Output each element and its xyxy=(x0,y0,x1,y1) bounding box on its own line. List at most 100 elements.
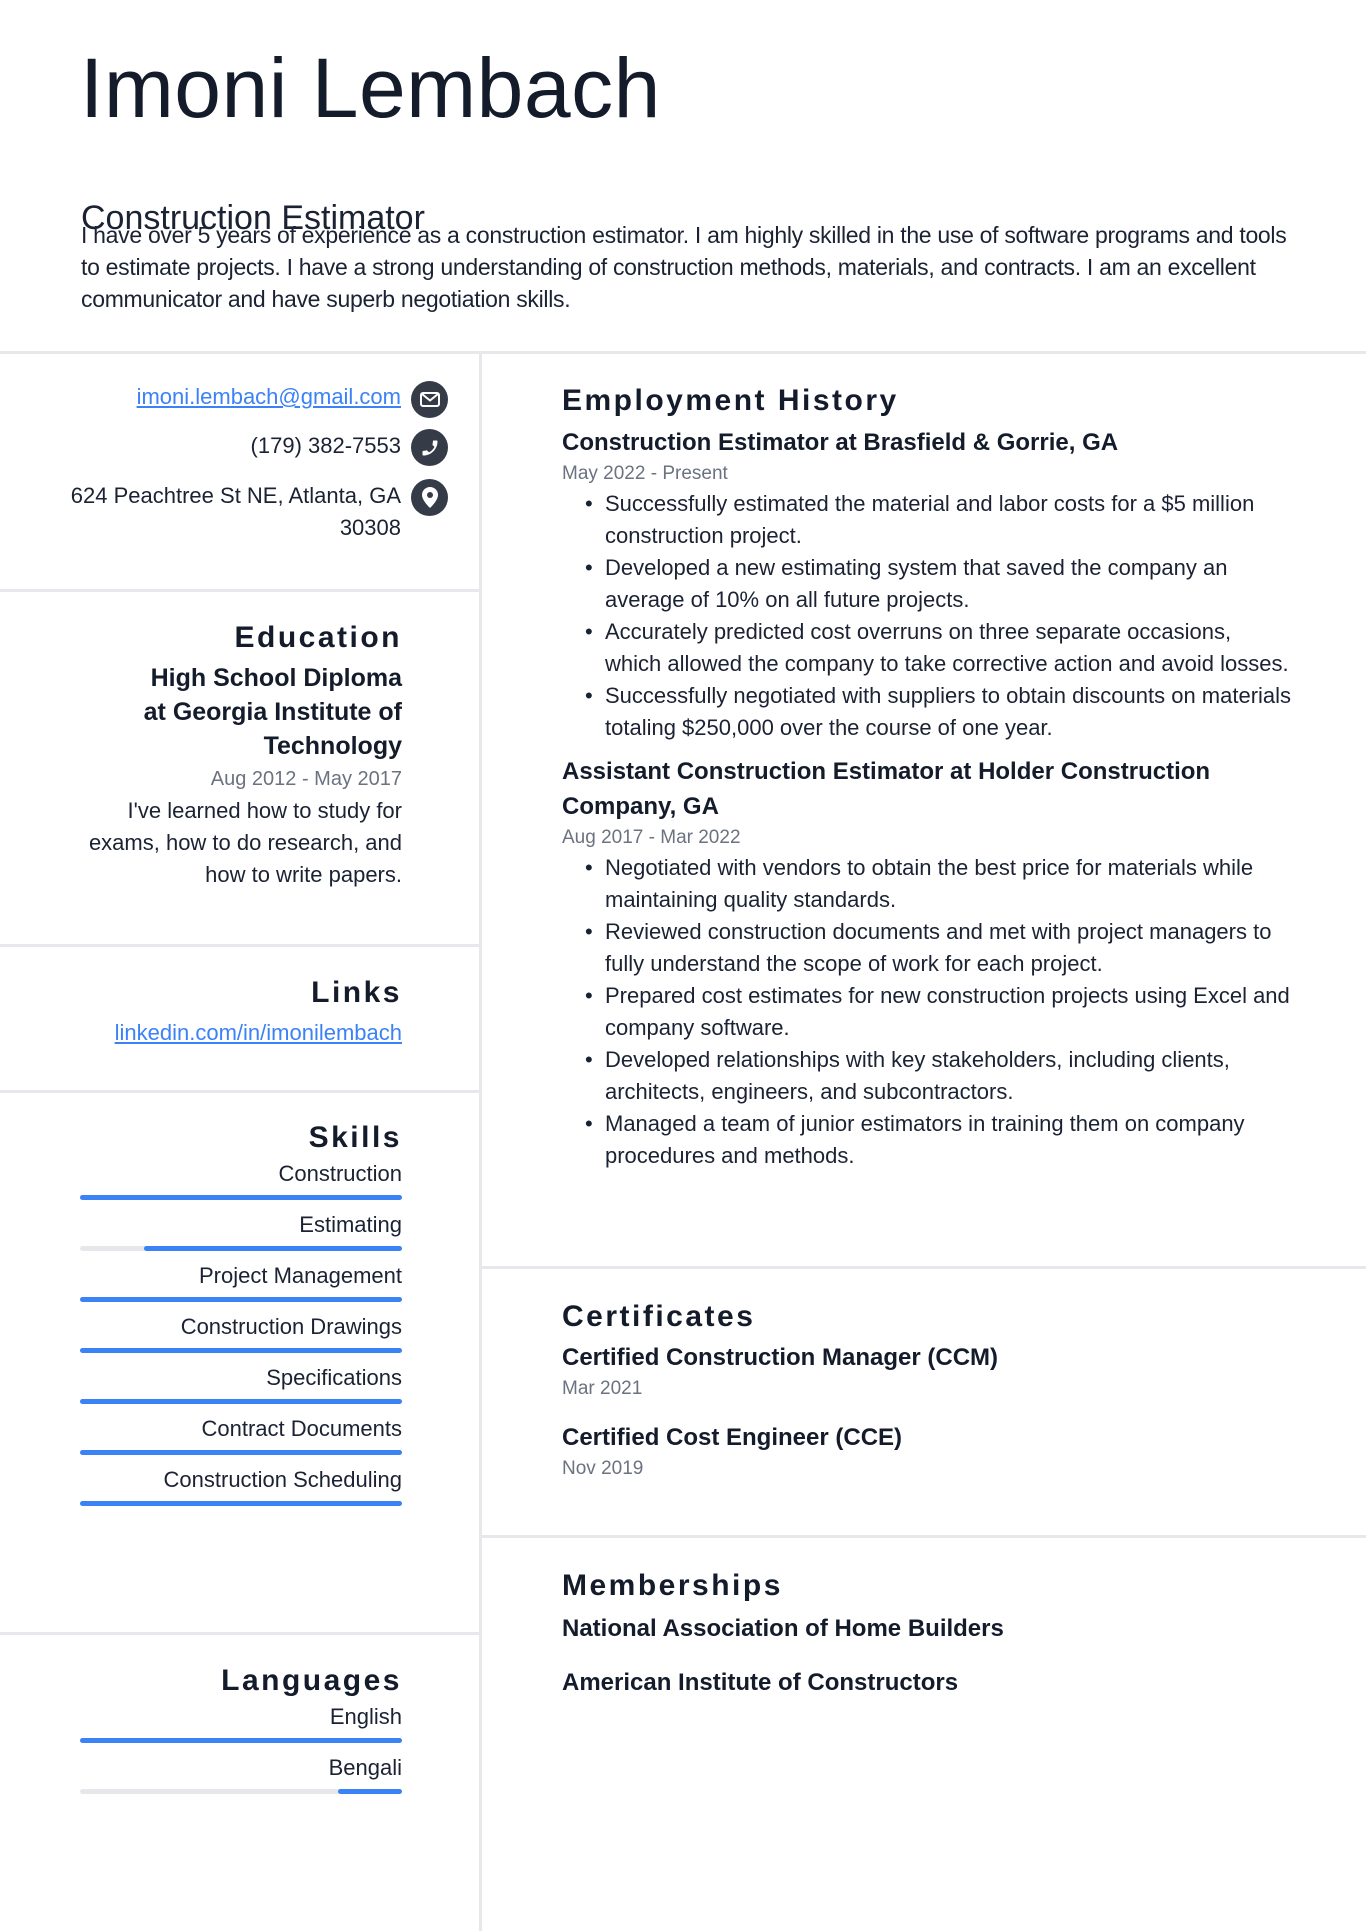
description-line: how to write papers. xyxy=(205,862,402,887)
phone-text: (179) 382-7553 xyxy=(250,433,401,458)
level-bar-fill xyxy=(337,1789,402,1794)
certificate-item: Certified Construction Manager (CCM) Mar … xyxy=(562,1341,1292,1403)
skill-item-label: Project Management xyxy=(199,1263,402,1288)
certificates-section: Certificates Certified Construction Mana… xyxy=(562,1299,1292,1483)
job-title: Construction Estimator at Brasfield & Go… xyxy=(562,429,1119,456)
level-bar-track xyxy=(80,1195,402,1200)
languages-heading: Languages xyxy=(221,1664,402,1697)
skills-divider xyxy=(0,1632,480,1635)
language-item: Bengali xyxy=(80,1753,402,1794)
skill-item: Specifications xyxy=(80,1363,402,1404)
email-link[interactable]: imoni.lembach@gmail.com xyxy=(137,384,401,409)
skill-item-label: Specifications xyxy=(266,1365,402,1390)
certificates-list: Certified Construction Manager (CCM) Mar … xyxy=(562,1341,1292,1483)
job-bullet: Successfully negotiated with suppliers t… xyxy=(562,680,1292,744)
membership-item: American Institute of Constructors xyxy=(562,1669,959,1696)
map-pin-icon xyxy=(411,479,448,516)
language-item: English xyxy=(80,1702,402,1743)
skills-heading: Skills xyxy=(308,1121,402,1154)
candidate-name: Imoni Lembach xyxy=(80,41,661,135)
job-bullet: Developed relationships with key stakeho… xyxy=(562,1044,1292,1108)
skill-item-label: Contract Documents xyxy=(201,1416,402,1441)
description-line: I've learned how to study for xyxy=(127,798,402,823)
email-row: imoni.lembach@gmail.com xyxy=(137,381,401,413)
certificate-name: Certified Cost Engineer (CCE) xyxy=(562,1424,903,1451)
job-bullets: Negotiated with vendors to obtain the be… xyxy=(562,852,1292,1172)
skill-item: Estimating xyxy=(80,1210,402,1251)
resume-header: Imoni Lembach Construction Estimator I h… xyxy=(80,38,1290,312)
membership-item: National Association of Home Builders xyxy=(562,1615,1004,1642)
skill-item: Construction Drawings xyxy=(80,1312,402,1353)
skill-item-label: Construction xyxy=(278,1161,402,1186)
contact-divider xyxy=(0,589,480,592)
phone-icon xyxy=(411,429,448,466)
job-dates: Aug 2017 - Mar 2022 xyxy=(562,827,741,848)
level-bar-track xyxy=(80,1501,402,1506)
envelope-icon xyxy=(411,381,448,418)
links-heading: Links xyxy=(311,976,402,1009)
job-bullet: Accurately predicted cost overruns on th… xyxy=(562,616,1292,680)
certificate-item: Certified Cost Engineer (CCE) Nov 2019 xyxy=(562,1421,1292,1483)
degree-line: Technology xyxy=(263,732,402,760)
header-divider xyxy=(0,351,1366,354)
education-description: I've learned how to study for exams, how… xyxy=(80,795,402,891)
level-bar-fill xyxy=(80,1501,402,1506)
certificates-divider xyxy=(480,1535,1366,1538)
languages-section: Languages English Bengali xyxy=(80,1663,402,1804)
level-bar-fill xyxy=(80,1348,402,1353)
languages-list: English Bengali xyxy=(80,1702,402,1794)
skill-item: Construction xyxy=(80,1159,402,1200)
certificates-heading: Certificates xyxy=(562,1300,756,1333)
level-bar-track xyxy=(80,1399,402,1404)
level-bar-fill xyxy=(80,1297,402,1302)
job-bullet: Negotiated with vendors to obtain the be… xyxy=(562,852,1292,916)
language-item-label: English xyxy=(329,1704,402,1729)
job-bullet: Reviewed construction documents and met … xyxy=(562,916,1292,980)
education-degree: High School Diploma at Georgia Institute… xyxy=(80,661,402,763)
employment-heading: Employment History xyxy=(562,384,899,417)
job-bullets: Successfully estimated the material and … xyxy=(562,488,1292,744)
level-bar-fill xyxy=(80,1450,402,1455)
employment-section: Employment History Construction Estimato… xyxy=(562,383,1292,1172)
certificate-date: Mar 2021 xyxy=(562,1378,643,1399)
linkedin-link[interactable]: linkedin.com/in/imonilembach xyxy=(115,1020,402,1045)
links-divider xyxy=(0,1090,480,1093)
skill-item-label: Estimating xyxy=(299,1212,402,1237)
links-list: linkedin.com/in/imonilembach xyxy=(80,1017,402,1049)
address-line-1: 624 Peachtree St NE, Atlanta, GA xyxy=(70,483,401,508)
skill-item: Contract Documents xyxy=(80,1414,402,1455)
skill-item-label: Construction Scheduling xyxy=(163,1467,402,1492)
education-divider xyxy=(0,944,480,947)
memberships-heading: Memberships xyxy=(562,1569,783,1602)
job-entry: Assistant Construction Estimator at Hold… xyxy=(562,754,1292,1172)
job-entry: Construction Estimator at Brasfield & Go… xyxy=(562,425,1292,744)
description-line: exams, how to do research, and xyxy=(88,830,402,855)
skills-section: Skills Construction Estimating Project Man… xyxy=(80,1120,402,1516)
education-heading: Education xyxy=(234,621,402,654)
job-bullet: Prepared cost estimates for new construc… xyxy=(562,980,1292,1044)
job-bullet: Developed a new estimating system that s… xyxy=(562,552,1292,616)
links-section: Links linkedin.com/in/imonilembach xyxy=(80,975,402,1049)
skill-item: Construction Scheduling xyxy=(80,1465,402,1506)
level-bar-fill xyxy=(80,1399,402,1404)
skills-list: Construction Estimating Project Management… xyxy=(80,1159,402,1506)
level-bar-track xyxy=(80,1297,402,1302)
address-line-2: 30308 xyxy=(339,515,401,540)
degree-line: at Georgia Institute of xyxy=(143,698,402,726)
memberships-section: Memberships National Association of Home… xyxy=(562,1568,1292,1700)
level-bar-track xyxy=(80,1246,402,1251)
employment-divider xyxy=(480,1266,1366,1269)
job-title: Assistant Construction Estimator at Hold… xyxy=(562,758,1211,820)
level-bar-track xyxy=(80,1450,402,1455)
degree-line: High School Diploma xyxy=(150,664,402,692)
level-bar-track xyxy=(80,1738,402,1743)
job-bullet: Successfully estimated the material and … xyxy=(562,488,1292,552)
level-bar-fill xyxy=(80,1195,402,1200)
job-bullet: Managed a team of junior estimators in t… xyxy=(562,1108,1292,1172)
education-dates: Aug 2012 - May 2017 xyxy=(210,768,402,790)
job-dates: May 2022 - Present xyxy=(562,463,728,484)
level-bar-track xyxy=(80,1348,402,1353)
certificate-date: Nov 2019 xyxy=(562,1458,644,1479)
level-bar-fill xyxy=(80,1738,402,1743)
profile-summary: I have over 5 years of experience as a c… xyxy=(81,222,1287,312)
